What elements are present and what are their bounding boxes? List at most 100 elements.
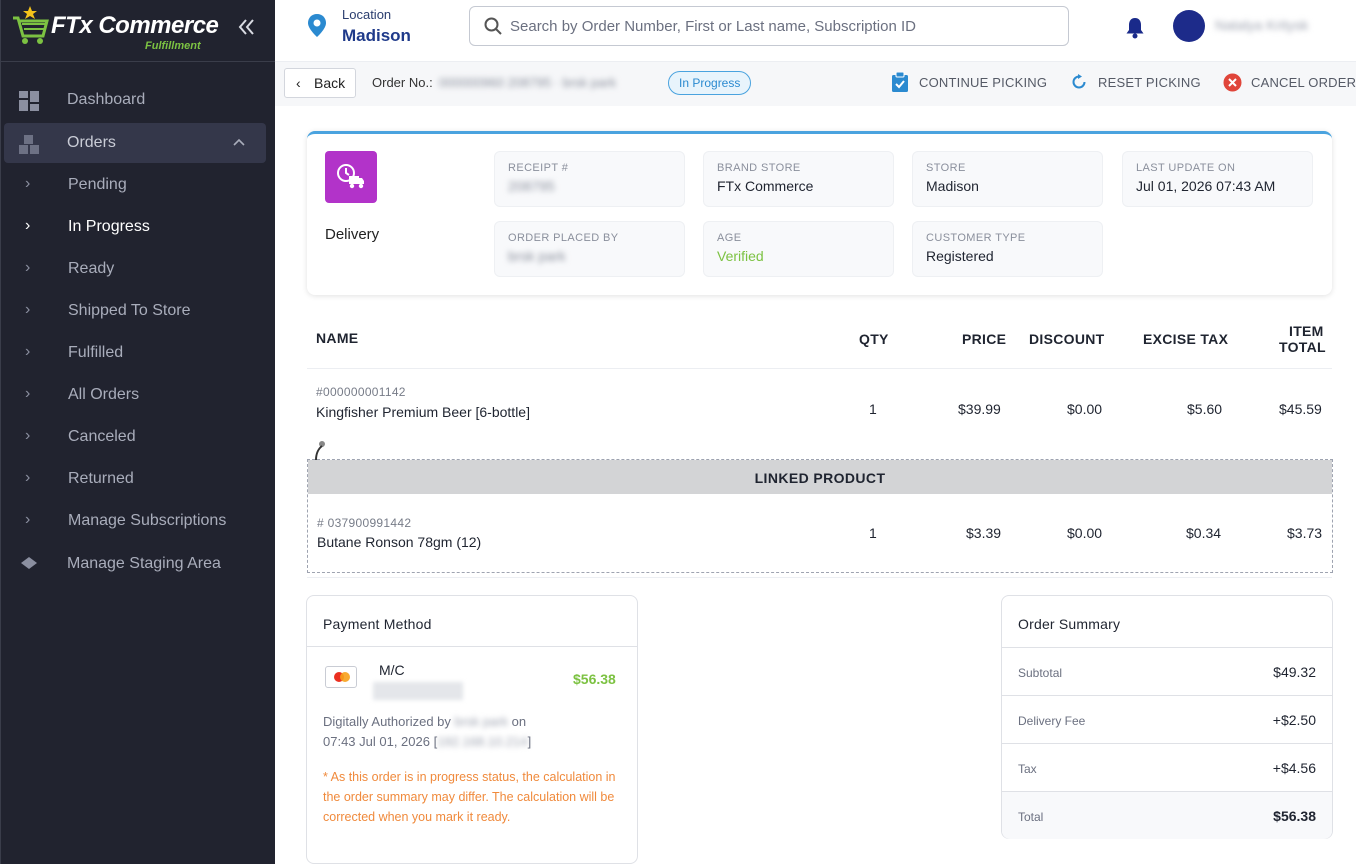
bell-icon[interactable] bbox=[1125, 17, 1145, 39]
user-name[interactable]: Natalya Kritysk bbox=[1215, 17, 1335, 35]
sidebar-item-shipped-to-store[interactable]: › Shipped To Store bbox=[1, 291, 276, 331]
chevron-up-icon bbox=[233, 138, 245, 146]
summary-row-total: Total $56.38 bbox=[1002, 791, 1332, 839]
sidebar-item-all-orders[interactable]: › All Orders bbox=[1, 375, 276, 415]
sidebar-item-label: Orders bbox=[67, 134, 116, 151]
sidebar-item-label: Pending bbox=[68, 176, 127, 193]
field-label: BRAND STORE bbox=[717, 162, 801, 174]
product-sku: #000000001142 bbox=[316, 385, 406, 399]
search-icon bbox=[484, 17, 502, 35]
sidebar-item-label: Fulfilled bbox=[68, 344, 124, 361]
summary-value: +$4.56 bbox=[1272, 760, 1316, 776]
auth-name: brsk park bbox=[454, 714, 508, 729]
linked-product-header: LINKED PRODUCT bbox=[308, 460, 1332, 494]
in-progress-note: * As this order is in progress status, t… bbox=[323, 770, 616, 824]
cancel-order-label: CANCEL ORDER bbox=[1251, 75, 1356, 90]
chevron-right-icon: › bbox=[25, 385, 31, 402]
refresh-icon bbox=[1072, 74, 1086, 89]
chevron-right-icon: › bbox=[25, 343, 31, 360]
top-bar: Location Madison Natalya Kritysk bbox=[275, 0, 1356, 62]
brand-name: FTx Commerce bbox=[51, 12, 219, 39]
summary-label: Delivery Fee bbox=[1018, 714, 1086, 728]
chevron-right-icon: › bbox=[25, 301, 31, 318]
location-selector[interactable]: Madison bbox=[342, 26, 411, 46]
sidebar-item-canceled[interactable]: › Canceled bbox=[1, 417, 276, 457]
sidebar: FTx Commerce Fulfillment Dashboard Order… bbox=[0, 0, 276, 864]
product-excise-tax: $5.60 bbox=[1187, 401, 1223, 417]
sidebar-item-fulfilled[interactable]: › Fulfilled bbox=[1, 333, 276, 373]
sidebar-item-manage-subscriptions[interactable]: › Manage Subscriptions bbox=[1, 501, 276, 541]
linked-product-title: LINKED PRODUCT bbox=[754, 470, 886, 486]
divider bbox=[307, 577, 1332, 578]
chevron-right-icon: › bbox=[25, 469, 31, 486]
authorization-text: Digitally Authorized by brsk park on 07:… bbox=[323, 712, 623, 752]
receipt-field: RECEIPT # 208795 bbox=[494, 151, 685, 207]
product-price: $39.99 bbox=[958, 401, 1001, 417]
chevron-left-icon: ‹ bbox=[296, 75, 301, 91]
product-discount: $0.00 bbox=[1067, 401, 1103, 417]
sidebar-item-pending[interactable]: › Pending bbox=[1, 165, 276, 205]
summary-row-tax: Tax +$4.56 bbox=[1002, 743, 1332, 791]
linked-product-section: LINKED PRODUCT # 037900991442 Butane Ron… bbox=[307, 459, 1333, 573]
column-header-qty: QTY bbox=[859, 331, 889, 347]
product-qty: 1 bbox=[869, 401, 877, 417]
summary-label: Total bbox=[1018, 810, 1044, 824]
search-input[interactable] bbox=[510, 15, 1060, 37]
back-button[interactable]: ‹ Back bbox=[284, 68, 356, 98]
customer-type-field: CUSTOMER TYPE Registered bbox=[912, 221, 1103, 277]
order-info-card: Delivery RECEIPT # 208795 BRAND STORE FT… bbox=[307, 131, 1332, 295]
product-price: $3.39 bbox=[966, 525, 1002, 541]
back-label: Back bbox=[314, 75, 346, 91]
sidebar-item-manage-staging-area[interactable]: Manage Staging Area bbox=[1, 544, 276, 584]
summary-value: +$2.50 bbox=[1272, 712, 1316, 728]
field-label: RECEIPT # bbox=[508, 162, 569, 174]
chevron-right-icon: › bbox=[25, 259, 31, 276]
product-discount: $0.00 bbox=[1067, 525, 1103, 541]
search-box[interactable] bbox=[469, 6, 1069, 46]
product-excise-tax: $0.34 bbox=[1186, 525, 1222, 541]
product-qty: 1 bbox=[869, 525, 877, 541]
summary-row-delivery-fee: Delivery Fee +$2.50 bbox=[1002, 695, 1332, 743]
collapse-sidebar-button[interactable] bbox=[235, 16, 259, 40]
sidebar-item-label: Shipped To Store bbox=[68, 302, 191, 319]
brand-subtitle: Fulfillment bbox=[145, 40, 201, 52]
sidebar-item-label: Canceled bbox=[68, 428, 136, 445]
field-value: Verified bbox=[717, 248, 764, 264]
product-sku: # 037900991442 bbox=[317, 516, 412, 530]
column-header-item-total-line1: ITEM bbox=[1289, 323, 1324, 339]
card-number-masked bbox=[373, 682, 463, 700]
avatar[interactable] bbox=[1173, 10, 1205, 42]
store-field: STORE Madison bbox=[912, 151, 1103, 207]
delivery-badge bbox=[325, 151, 377, 203]
chevron-right-icon: › bbox=[25, 175, 31, 192]
column-header-price: PRICE bbox=[962, 331, 1007, 347]
sidebar-item-label: Manage Subscriptions bbox=[68, 512, 227, 529]
field-value: Madison bbox=[926, 178, 979, 194]
product-name: Kingfisher Premium Beer [6-bottle] bbox=[316, 404, 530, 420]
sidebar-item-in-progress[interactable]: › In Progress bbox=[1, 207, 276, 247]
summary-row-subtotal: Subtotal $49.32 bbox=[1002, 647, 1332, 695]
auth-on: on bbox=[511, 714, 527, 729]
double-chevron-left-icon bbox=[238, 19, 254, 35]
field-value: brsk park bbox=[508, 248, 566, 264]
auth-close: ] bbox=[527, 734, 532, 749]
auth-prefix: Digitally Authorized by bbox=[323, 714, 451, 729]
sidebar-item-dashboard[interactable]: Dashboard bbox=[1, 80, 276, 120]
last-update-field: LAST UPDATE ON Jul 01, 2026 07:43 AM bbox=[1122, 151, 1313, 207]
field-label: ORDER PLACED BY bbox=[508, 232, 619, 244]
product-item-total: $45.59 bbox=[1279, 401, 1322, 417]
brand-store-field: BRAND STORE FTx Commerce bbox=[703, 151, 894, 207]
divider bbox=[307, 368, 1332, 369]
column-header-item-total-line2: TOTAL bbox=[1279, 339, 1326, 355]
product-item-total: $3.73 bbox=[1287, 525, 1323, 541]
cart-logo-icon bbox=[13, 6, 49, 44]
column-header-name: NAME bbox=[316, 330, 359, 346]
payment-method-card: Payment Method M/C $56.38 Digitally Auth… bbox=[306, 595, 638, 864]
field-value: Jul 01, 2026 07:43 AM bbox=[1136, 178, 1276, 194]
sidebar-item-orders[interactable]: Orders bbox=[4, 123, 266, 163]
chevron-right-icon: › bbox=[25, 427, 31, 444]
sidebar-item-returned[interactable]: › Returned bbox=[1, 459, 276, 499]
sidebar-item-ready[interactable]: › Ready bbox=[1, 249, 276, 289]
cancel-circle-icon bbox=[1223, 73, 1242, 92]
auth-ip: 192.168.10.214 bbox=[437, 734, 528, 749]
